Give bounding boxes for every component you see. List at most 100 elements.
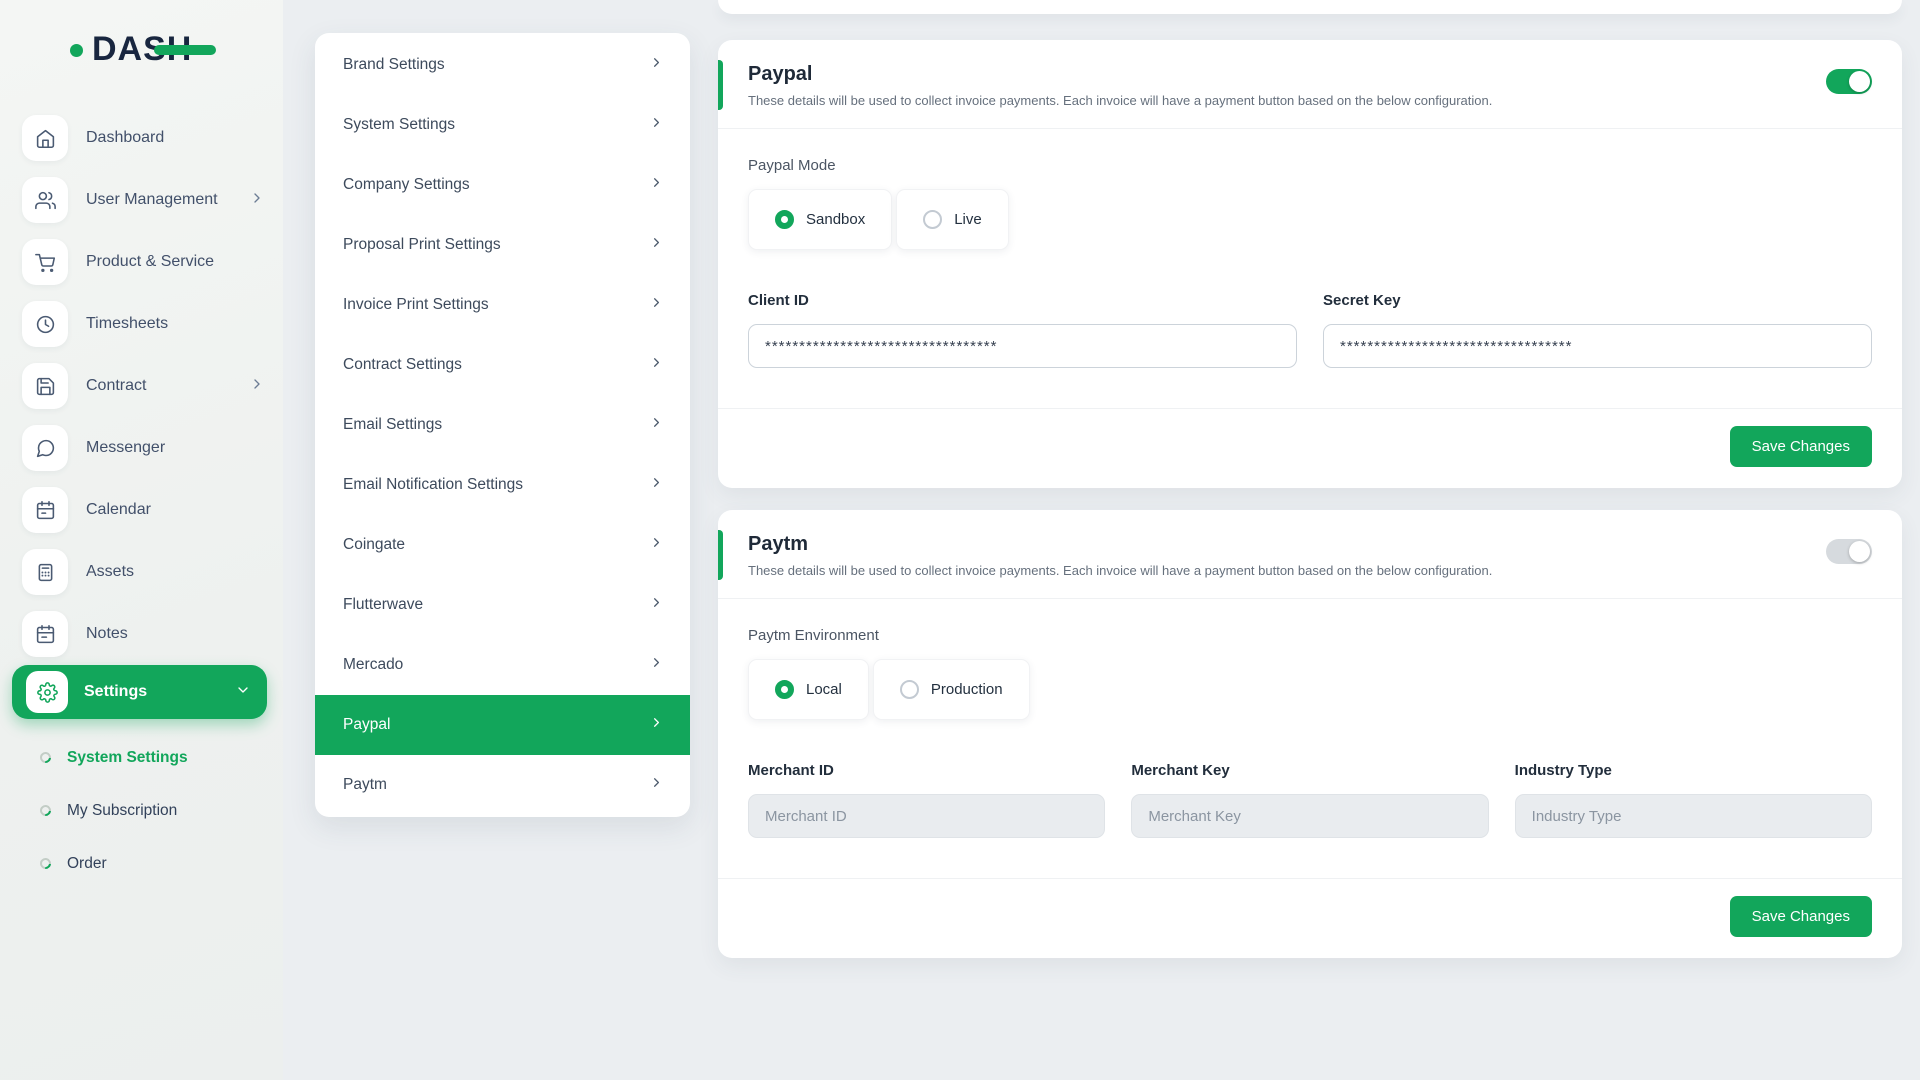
chevron-right-icon (649, 295, 664, 315)
subnav-item-system-settings[interactable]: System Settings (0, 731, 283, 784)
subnav-item-my-subscription[interactable]: My Subscription (0, 784, 283, 837)
paytm-footer: Save Changes (718, 879, 1902, 958)
sidebar-item-label: Messenger (86, 439, 265, 457)
chevron-right-icon (649, 355, 664, 375)
menu-item-company-settings[interactable]: Company Settings (315, 155, 690, 215)
radio-option-label: Production (931, 681, 1003, 698)
sidebar-item-label: User Management (86, 191, 249, 209)
paypal-mode-label: Paypal Mode (748, 157, 1872, 174)
paypal-mode-radio-group: Sandbox Live (748, 189, 1872, 250)
paytm-environment-label: Paytm Environment (748, 627, 1872, 644)
paytm-save-button[interactable]: Save Changes (1730, 896, 1872, 937)
radio-option-production[interactable]: Production (873, 659, 1030, 720)
app-logo: DASH (92, 30, 192, 69)
menu-item-label: Flutterwave (343, 596, 649, 614)
clock-icon (22, 301, 68, 347)
industry-type-label: Industry Type (1515, 762, 1872, 779)
industry-type-input[interactable] (1515, 794, 1872, 838)
menu-item-label: Email Settings (343, 416, 649, 434)
paytm-description: These details will be used to collect in… (748, 563, 1492, 578)
sidebar-item-user-management[interactable]: User Management (0, 169, 283, 231)
paytm-body: Paytm Environment Local Production Merch… (718, 599, 1902, 878)
toggle-knob (1849, 71, 1870, 92)
radio-option-label: Local (806, 681, 842, 698)
paypal-footer: Save Changes (718, 409, 1902, 488)
paypal-body: Paypal Mode Sandbox Live Client ID (718, 129, 1902, 408)
menu-item-invoice-print-settings[interactable]: Invoice Print Settings (315, 275, 690, 335)
secret-key-input[interactable] (1323, 324, 1872, 368)
paytm-environment-radio-group: Local Production (748, 659, 1872, 720)
menu-item-label: Brand Settings (343, 56, 649, 74)
menu-item-system-settings[interactable]: System Settings (315, 95, 690, 155)
radio-selected-icon (775, 210, 794, 229)
menu-item-paypal[interactable]: Paypal (315, 695, 690, 755)
radio-option-local[interactable]: Local (748, 659, 869, 720)
menu-item-flutterwave[interactable]: Flutterwave (315, 575, 690, 635)
sidebar-item-label: Product & Service (86, 253, 265, 271)
menu-item-email-settings[interactable]: Email Settings (315, 395, 690, 455)
sidebar-item-assets[interactable]: Assets (0, 541, 283, 603)
menu-item-coingate[interactable]: Coingate (315, 515, 690, 575)
sidebar-nav: Dashboard User Management Product & Serv… (0, 107, 283, 890)
menu-item-email-notification-settings[interactable]: Email Notification Settings (315, 455, 690, 515)
sidebar-item-notes[interactable]: Notes (0, 603, 283, 665)
chevron-right-icon (649, 775, 664, 795)
menu-item-label: Coingate (343, 536, 649, 554)
secret-key-field-group: Secret Key (1323, 292, 1872, 368)
menu-item-paytm[interactable]: Paytm (315, 755, 690, 815)
paytm-enable-toggle[interactable] (1826, 539, 1872, 564)
paypal-title: Paypal (748, 63, 1492, 86)
sidebar-item-messenger[interactable]: Messenger (0, 417, 283, 479)
paypal-description: These details will be used to collect in… (748, 93, 1492, 108)
menu-item-brand-settings[interactable]: Brand Settings (315, 35, 690, 95)
paypal-enable-toggle[interactable] (1826, 69, 1872, 94)
paypal-section-card: Paypal These details will be used to col… (718, 40, 1902, 488)
merchant-id-field-group: Merchant ID (748, 762, 1105, 838)
sidebar-item-contract[interactable]: Contract (0, 355, 283, 417)
calendar-icon (22, 487, 68, 533)
menu-item-label: Mercado (343, 656, 649, 674)
industry-type-field-group: Industry Type (1515, 762, 1872, 838)
subnav-item-label: My Subscription (67, 802, 177, 820)
merchant-key-input[interactable] (1131, 794, 1488, 838)
home-icon (22, 115, 68, 161)
radio-option-sandbox[interactable]: Sandbox (748, 189, 892, 250)
menu-item-contract-settings[interactable]: Contract Settings (315, 335, 690, 395)
sidebar-item-dashboard[interactable]: Dashboard (0, 107, 283, 169)
radio-selected-icon (775, 680, 794, 699)
subnav-item-order[interactable]: Order (0, 837, 283, 890)
paypal-save-button[interactable]: Save Changes (1730, 426, 1872, 467)
radio-unselected-icon (900, 680, 919, 699)
sidebar-item-timesheets[interactable]: Timesheets (0, 293, 283, 355)
radio-option-live[interactable]: Live (896, 189, 1009, 250)
sidebar-item-calendar[interactable]: Calendar (0, 479, 283, 541)
accent-bar (718, 60, 723, 110)
sidebar-item-product-service[interactable]: Product & Service (0, 231, 283, 293)
radio-unselected-icon (923, 210, 942, 229)
merchant-key-label: Merchant Key (1131, 762, 1488, 779)
subnav-item-label: Order (67, 855, 107, 873)
chevron-right-icon (649, 415, 664, 435)
sidebar-item-label: Assets (86, 563, 265, 581)
sidebar-item-label: Calendar (86, 501, 265, 519)
sidebar-item-settings[interactable]: Settings (12, 665, 267, 719)
paytm-header: Paytm These details will be used to coll… (718, 510, 1902, 598)
menu-item-label: Invoice Print Settings (343, 296, 649, 314)
chevron-right-icon (249, 190, 265, 211)
menu-item-label: Email Notification Settings (343, 476, 649, 494)
gear-icon (26, 671, 68, 713)
chevron-right-icon (649, 55, 664, 75)
sidebar-item-label: Timesheets (86, 315, 265, 333)
logo-bar-icon (154, 45, 216, 55)
merchant-id-input[interactable] (748, 794, 1105, 838)
merchant-key-field-group: Merchant Key (1131, 762, 1488, 838)
accent-bar (718, 530, 723, 580)
client-id-input[interactable] (748, 324, 1297, 368)
sidebar-item-label: Contract (86, 377, 249, 395)
paytm-title: Paytm (748, 533, 1492, 556)
menu-item-proposal-print-settings[interactable]: Proposal Print Settings (315, 215, 690, 275)
menu-item-mercado[interactable]: Mercado (315, 635, 690, 695)
sidebar-item-label: Notes (86, 625, 265, 643)
secret-key-label: Secret Key (1323, 292, 1872, 309)
chevron-down-icon (235, 682, 251, 703)
